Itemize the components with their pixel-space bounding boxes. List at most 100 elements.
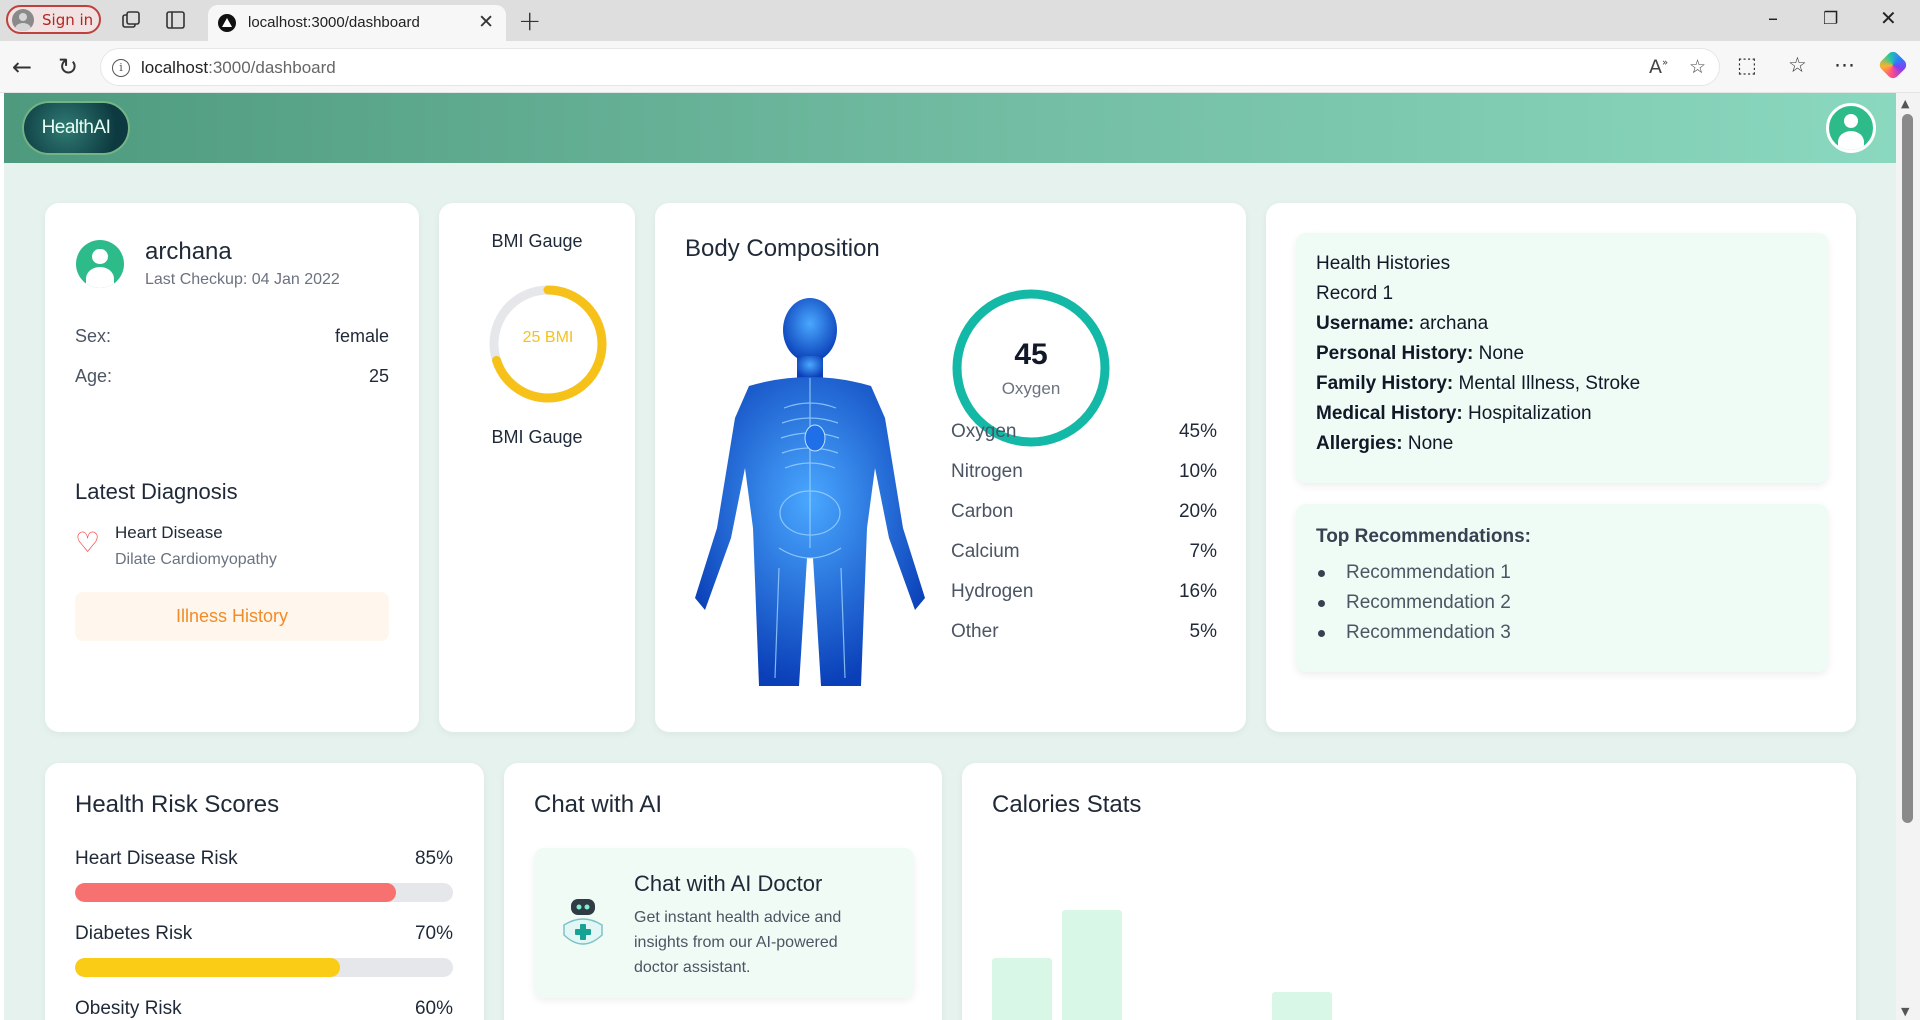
scroll-down-icon[interactable]: ▼ [1901, 1005, 1909, 1018]
composition-value: 10% [1178, 461, 1217, 482]
human-body-illustration [695, 298, 925, 686]
record-label: Record 1 [1316, 283, 1394, 304]
bmi-value: 25 BMI [522, 329, 574, 346]
composition-value: 20% [1178, 501, 1217, 522]
composition-value: 5% [1189, 621, 1217, 642]
signin-button[interactable]: Sign in [6, 5, 101, 34]
address-bar[interactable]: i localhost:3000/dashboard A» ☆ [100, 48, 1720, 86]
history-field-value: None [1407, 433, 1454, 454]
app-viewport: HealthAI archana Last Checkup: 04 Jan 20… [4, 93, 1896, 1020]
recommendation-item: Recommendation 3 [1316, 618, 1808, 648]
new-tab-icon[interactable]: + [518, 4, 541, 37]
user-avatar-icon[interactable] [1826, 103, 1876, 153]
latest-diagnosis-title: Latest Diagnosis [75, 479, 238, 504]
bullet-icon [1318, 569, 1325, 577]
histories-heading: Health Histories [1316, 253, 1451, 274]
age-row: Age: 25 [75, 366, 389, 387]
body-composition-card: Body Composition 45 Oxygen Oxygen 45% Ni… [655, 203, 1246, 732]
patient-name: archana [145, 238, 232, 265]
risk-row: Heart Disease Risk 85% [75, 848, 453, 870]
history-field-label: Allergies: [1316, 433, 1403, 454]
close-tab-icon[interactable]: ✕ [478, 11, 494, 33]
recommendations-title: Top Recommendations: [1316, 526, 1531, 547]
diagnosis-name: Heart Disease [115, 523, 223, 542]
refresh-icon[interactable]: ↻ [58, 53, 78, 81]
chat-title: Chat with AI [534, 791, 663, 818]
health-histories-box: Health Histories Record 1 Username: arch… [1296, 233, 1828, 483]
risk-label: Diabetes Risk [75, 923, 193, 944]
favorite-star-icon[interactable]: ☆ [1689, 56, 1706, 78]
tab-dashboard[interactable]: localhost:3000/dashboard ✕ [208, 5, 506, 41]
healthai-logo[interactable]: HealthAI [24, 103, 128, 153]
nextjs-favicon-icon [218, 14, 236, 32]
workspaces-icon[interactable] [120, 9, 144, 31]
chat-card-title: Chat with AI Doctor [634, 871, 823, 896]
scrollbar-thumb[interactable] [1902, 114, 1913, 823]
scroll-up-icon[interactable]: ▲ [1901, 97, 1909, 110]
calorie-bar [1272, 992, 1332, 1020]
composition-row: Other 5% [951, 621, 1217, 643]
tab-actions-icon[interactable] [164, 9, 188, 31]
bullet-icon [1318, 599, 1325, 607]
url-host: localhost [141, 58, 209, 77]
age-value: 25 [368, 366, 389, 386]
tab-title: localhost:3000/dashboard [248, 14, 420, 31]
history-field: Family History: Mental Illness, Stroke [1316, 369, 1808, 399]
profile-card: archana Last Checkup: 04 Jan 2022 Sex: f… [45, 203, 419, 732]
url-text[interactable]: localhost:3000/dashboard [141, 58, 336, 78]
calorie-bar [1062, 910, 1122, 1020]
back-icon[interactable]: ← [12, 53, 32, 81]
chat-card-text: Get instant health advice and insights f… [634, 909, 842, 976]
risk-row: Obesity Risk 60% [75, 998, 453, 1020]
chat-ai-doctor-button[interactable]: Chat with AI Doctor Get instant health a… [534, 848, 914, 998]
risk-progress-fill [75, 958, 340, 977]
composition-row: Nitrogen 10% [951, 461, 1217, 483]
page-scrollbar[interactable]: ▲ ▼ [1896, 93, 1920, 1020]
health-risk-title: Health Risk Scores [75, 791, 280, 818]
calories-title: Calories Stats [992, 791, 1142, 818]
composition-name: Calcium [951, 541, 1020, 562]
risk-value: 85% [414, 848, 453, 869]
history-field-value: archana [1419, 313, 1489, 334]
heart-icon: ♡ [75, 526, 101, 559]
read-aloud-icon[interactable]: A» [1649, 56, 1668, 78]
browser-tabstrip: Sign in localhost:3000/dashboard ✕ + – ❐… [0, 0, 1920, 41]
window-close-icon[interactable]: ✕ [1880, 6, 1897, 30]
signin-label: Sign in [42, 10, 94, 29]
risk-label: Obesity Risk [75, 998, 182, 1019]
more-menu-icon[interactable]: ⋯ [1834, 53, 1855, 77]
risk-progress-fill [75, 883, 397, 902]
composition-name: Other [951, 621, 999, 642]
body-composition-title: Body Composition [685, 235, 880, 262]
history-field-label: Username: [1316, 313, 1415, 334]
extensions-icon[interactable]: ⬚ [1737, 53, 1757, 77]
copilot-icon[interactable] [1877, 49, 1909, 81]
composition-name: Oxygen [951, 421, 1017, 442]
browser-toolbar: ← ↻ i localhost:3000/dashboard A» ☆ ⬚ ☆ … [0, 41, 1920, 93]
composition-row: Hydrogen 16% [951, 581, 1217, 603]
sex-row: Sex: female [75, 326, 389, 347]
composition-name: Carbon [951, 501, 1014, 522]
history-field: Medical History: Hospitalization [1316, 399, 1808, 429]
url-path: :3000/dashboard [208, 58, 336, 77]
profile-icon [12, 8, 34, 31]
site-info-icon[interactable]: i [112, 59, 130, 77]
history-field: Allergies: None [1316, 429, 1808, 459]
composition-row: Oxygen 45% [951, 421, 1217, 443]
recommendation-text: Recommendation 3 [1346, 622, 1511, 643]
composition-value: 16% [1178, 581, 1217, 602]
recommendations-box: Top Recommendations: Recommendation 1 Rec… [1296, 504, 1828, 672]
diagnosis-detail: Dilate Cardiomyopathy [115, 551, 277, 568]
minimize-icon[interactable]: – [1768, 6, 1778, 30]
favorites-icon[interactable]: ☆ [1788, 53, 1807, 77]
composition-name: Hydrogen [951, 581, 1034, 602]
composition-value: 45% [1178, 421, 1217, 442]
app-header: HealthAI [4, 93, 1896, 163]
composition-row: Carbon 20% [951, 501, 1217, 523]
recommendation-item: Recommendation 1 [1316, 558, 1808, 588]
composition-row: Calcium 7% [951, 541, 1217, 563]
restore-icon[interactable]: ❐ [1823, 9, 1838, 29]
history-field: Username: archana [1316, 309, 1808, 339]
history-field-value: Hospitalization [1468, 403, 1592, 424]
illness-history-button[interactable]: Illness History [75, 592, 389, 641]
